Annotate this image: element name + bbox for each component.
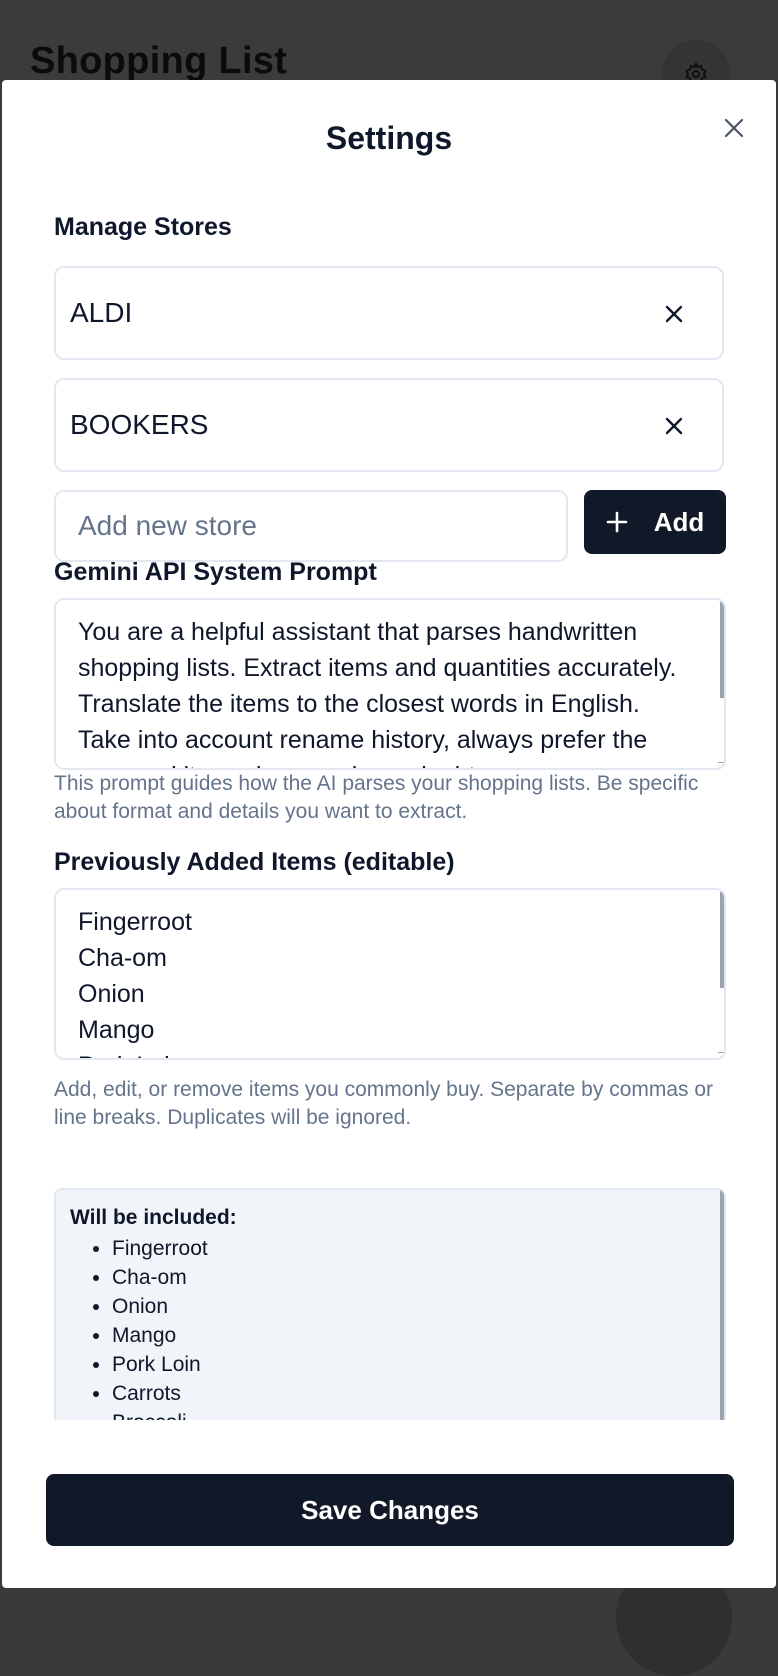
new-store-input[interactable] xyxy=(54,490,568,562)
scrollbar[interactable] xyxy=(720,602,724,698)
scrollbar[interactable] xyxy=(720,1190,724,1420)
plus-icon xyxy=(606,511,628,533)
list-item: Pork Loin xyxy=(112,1350,208,1379)
store-item: ALDI xyxy=(54,266,724,360)
modal-title: Settings xyxy=(325,120,453,156)
items-text: Fingerroot Cha-om Onion Mango Pork Loin … xyxy=(78,908,192,1058)
list-item: Broccoli xyxy=(112,1408,208,1420)
list-item: Onion xyxy=(112,1292,208,1321)
prompt-help-text: This prompt guides how the AI parses you… xyxy=(54,772,699,823)
system-prompt-text: You are a helpful assistant that parses … xyxy=(78,618,677,768)
store-item: BOOKERS xyxy=(54,378,724,472)
manage-stores-label: Manage Stores xyxy=(54,213,232,241)
close-button[interactable] xyxy=(716,110,752,146)
add-button-label: Add xyxy=(653,506,705,537)
list-item: Mango xyxy=(112,1321,208,1350)
system-prompt-textarea[interactable]: You are a helpful assistant that parses … xyxy=(54,598,726,770)
save-changes-button[interactable]: Save Changes xyxy=(46,1474,734,1546)
items-textarea[interactable]: Fingerroot Cha-om Onion Mango Pork Loin … xyxy=(54,888,726,1060)
preview-list: Fingerroot Cha-om Onion Mango Pork Loin … xyxy=(70,1234,208,1420)
items-label: Previously Added Items (editable) xyxy=(54,848,455,876)
add-store-button[interactable]: Add xyxy=(584,490,726,554)
remove-store-button[interactable] xyxy=(656,296,692,332)
close-icon xyxy=(665,417,683,435)
close-icon xyxy=(724,118,744,138)
resize-handle[interactable] xyxy=(718,1046,724,1053)
store-name: BOOKERS xyxy=(70,409,209,440)
preview-heading: Will be included: xyxy=(70,1206,237,1229)
items-help-text: Add, edit, or remove items you commonly … xyxy=(54,1078,714,1129)
settings-modal: Settings Manage Stores ALDI BOOKERS Add … xyxy=(2,80,776,1588)
remove-store-button[interactable] xyxy=(656,408,692,444)
resize-handle[interactable] xyxy=(718,756,724,763)
store-name: ALDI xyxy=(70,297,133,328)
close-icon xyxy=(665,305,683,323)
app-header: Shopping List xyxy=(0,0,778,108)
included-items-preview: Will be included: Fingerroot Cha-om Onio… xyxy=(54,1188,726,1420)
list-item: Carrots xyxy=(112,1379,208,1408)
app-title: Shopping List xyxy=(30,40,288,82)
prompt-label: Gemini API System Prompt xyxy=(54,558,377,586)
list-item: Cha-om xyxy=(112,1263,208,1292)
scrollbar[interactable] xyxy=(720,892,724,988)
list-item: Fingerroot xyxy=(112,1234,208,1263)
